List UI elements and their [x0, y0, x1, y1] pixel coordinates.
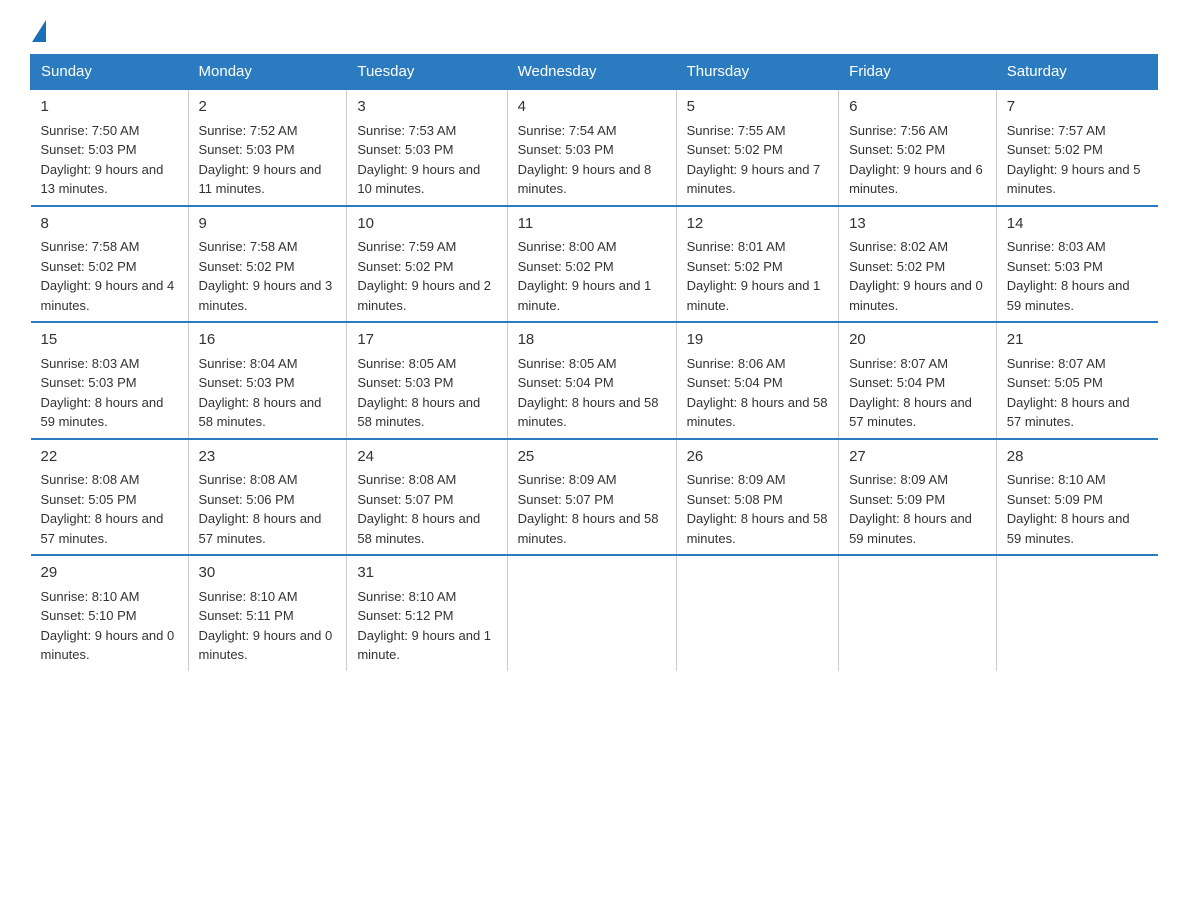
calendar-body: 1Sunrise: 7:50 AMSunset: 5:03 PMDaylight… [31, 89, 1158, 671]
day-number: 6 [849, 96, 986, 119]
week-row-4: 22Sunrise: 8:08 AMSunset: 5:05 PMDayligh… [31, 439, 1158, 556]
day-cell: 12Sunrise: 8:01 AMSunset: 5:02 PMDayligh… [676, 206, 838, 323]
day-number: 22 [41, 446, 178, 469]
day-cell: 7Sunrise: 7:57 AMSunset: 5:02 PMDaylight… [996, 89, 1157, 206]
header-cell-thursday: Thursday [676, 55, 838, 90]
day-cell: 31Sunrise: 8:10 AMSunset: 5:12 PMDayligh… [347, 555, 507, 671]
day-cell: 18Sunrise: 8:05 AMSunset: 5:04 PMDayligh… [507, 322, 676, 439]
header-cell-saturday: Saturday [996, 55, 1157, 90]
week-row-2: 8Sunrise: 7:58 AMSunset: 5:02 PMDaylight… [31, 206, 1158, 323]
day-cell: 11Sunrise: 8:00 AMSunset: 5:02 PMDayligh… [507, 206, 676, 323]
day-number: 24 [357, 446, 496, 469]
day-cell: 27Sunrise: 8:09 AMSunset: 5:09 PMDayligh… [839, 439, 997, 556]
day-number: 17 [357, 329, 496, 352]
header-cell-sunday: Sunday [31, 55, 189, 90]
page-header [30, 20, 1158, 44]
week-row-1: 1Sunrise: 7:50 AMSunset: 5:03 PMDaylight… [31, 89, 1158, 206]
day-number: 30 [199, 562, 337, 585]
day-cell: 5Sunrise: 7:55 AMSunset: 5:02 PMDaylight… [676, 89, 838, 206]
day-number: 29 [41, 562, 178, 585]
day-cell: 22Sunrise: 8:08 AMSunset: 5:05 PMDayligh… [31, 439, 189, 556]
header-cell-tuesday: Tuesday [347, 55, 507, 90]
day-cell: 16Sunrise: 8:04 AMSunset: 5:03 PMDayligh… [188, 322, 347, 439]
logo [30, 20, 46, 44]
day-cell: 8Sunrise: 7:58 AMSunset: 5:02 PMDaylight… [31, 206, 189, 323]
day-number: 18 [518, 329, 666, 352]
week-row-5: 29Sunrise: 8:10 AMSunset: 5:10 PMDayligh… [31, 555, 1158, 671]
day-number: 21 [1007, 329, 1148, 352]
header-cell-friday: Friday [839, 55, 997, 90]
calendar-header: SundayMondayTuesdayWednesdayThursdayFrid… [31, 55, 1158, 90]
day-number: 5 [687, 96, 828, 119]
day-number: 31 [357, 562, 496, 585]
day-cell: 28Sunrise: 8:10 AMSunset: 5:09 PMDayligh… [996, 439, 1157, 556]
day-cell: 9Sunrise: 7:58 AMSunset: 5:02 PMDaylight… [188, 206, 347, 323]
day-cell: 20Sunrise: 8:07 AMSunset: 5:04 PMDayligh… [839, 322, 997, 439]
day-number: 4 [518, 96, 666, 119]
day-cell: 13Sunrise: 8:02 AMSunset: 5:02 PMDayligh… [839, 206, 997, 323]
day-number: 3 [357, 96, 496, 119]
day-cell [839, 555, 997, 671]
day-number: 14 [1007, 213, 1148, 236]
day-cell: 30Sunrise: 8:10 AMSunset: 5:11 PMDayligh… [188, 555, 347, 671]
week-row-3: 15Sunrise: 8:03 AMSunset: 5:03 PMDayligh… [31, 322, 1158, 439]
day-cell: 15Sunrise: 8:03 AMSunset: 5:03 PMDayligh… [31, 322, 189, 439]
logo-triangle-icon [32, 20, 46, 42]
day-number: 12 [687, 213, 828, 236]
day-number: 25 [518, 446, 666, 469]
day-number: 26 [687, 446, 828, 469]
day-cell: 26Sunrise: 8:09 AMSunset: 5:08 PMDayligh… [676, 439, 838, 556]
day-cell: 14Sunrise: 8:03 AMSunset: 5:03 PMDayligh… [996, 206, 1157, 323]
day-number: 27 [849, 446, 986, 469]
day-number: 2 [199, 96, 337, 119]
day-cell: 10Sunrise: 7:59 AMSunset: 5:02 PMDayligh… [347, 206, 507, 323]
day-number: 19 [687, 329, 828, 352]
day-cell: 3Sunrise: 7:53 AMSunset: 5:03 PMDaylight… [347, 89, 507, 206]
day-cell: 17Sunrise: 8:05 AMSunset: 5:03 PMDayligh… [347, 322, 507, 439]
day-cell: 23Sunrise: 8:08 AMSunset: 5:06 PMDayligh… [188, 439, 347, 556]
day-number: 7 [1007, 96, 1148, 119]
day-number: 11 [518, 213, 666, 236]
header-cell-monday: Monday [188, 55, 347, 90]
day-cell: 2Sunrise: 7:52 AMSunset: 5:03 PMDaylight… [188, 89, 347, 206]
day-number: 13 [849, 213, 986, 236]
header-cell-wednesday: Wednesday [507, 55, 676, 90]
day-cell: 24Sunrise: 8:08 AMSunset: 5:07 PMDayligh… [347, 439, 507, 556]
day-cell [676, 555, 838, 671]
day-cell [507, 555, 676, 671]
day-number: 15 [41, 329, 178, 352]
day-cell: 29Sunrise: 8:10 AMSunset: 5:10 PMDayligh… [31, 555, 189, 671]
day-number: 8 [41, 213, 178, 236]
day-cell: 21Sunrise: 8:07 AMSunset: 5:05 PMDayligh… [996, 322, 1157, 439]
day-number: 10 [357, 213, 496, 236]
day-number: 28 [1007, 446, 1148, 469]
day-cell: 4Sunrise: 7:54 AMSunset: 5:03 PMDaylight… [507, 89, 676, 206]
day-number: 20 [849, 329, 986, 352]
day-cell: 1Sunrise: 7:50 AMSunset: 5:03 PMDaylight… [31, 89, 189, 206]
day-cell: 25Sunrise: 8:09 AMSunset: 5:07 PMDayligh… [507, 439, 676, 556]
calendar-table: SundayMondayTuesdayWednesdayThursdayFrid… [30, 54, 1158, 671]
day-number: 1 [41, 96, 178, 119]
header-row: SundayMondayTuesdayWednesdayThursdayFrid… [31, 55, 1158, 90]
day-cell: 19Sunrise: 8:06 AMSunset: 5:04 PMDayligh… [676, 322, 838, 439]
day-number: 9 [199, 213, 337, 236]
day-cell [996, 555, 1157, 671]
day-cell: 6Sunrise: 7:56 AMSunset: 5:02 PMDaylight… [839, 89, 997, 206]
day-number: 23 [199, 446, 337, 469]
day-number: 16 [199, 329, 337, 352]
